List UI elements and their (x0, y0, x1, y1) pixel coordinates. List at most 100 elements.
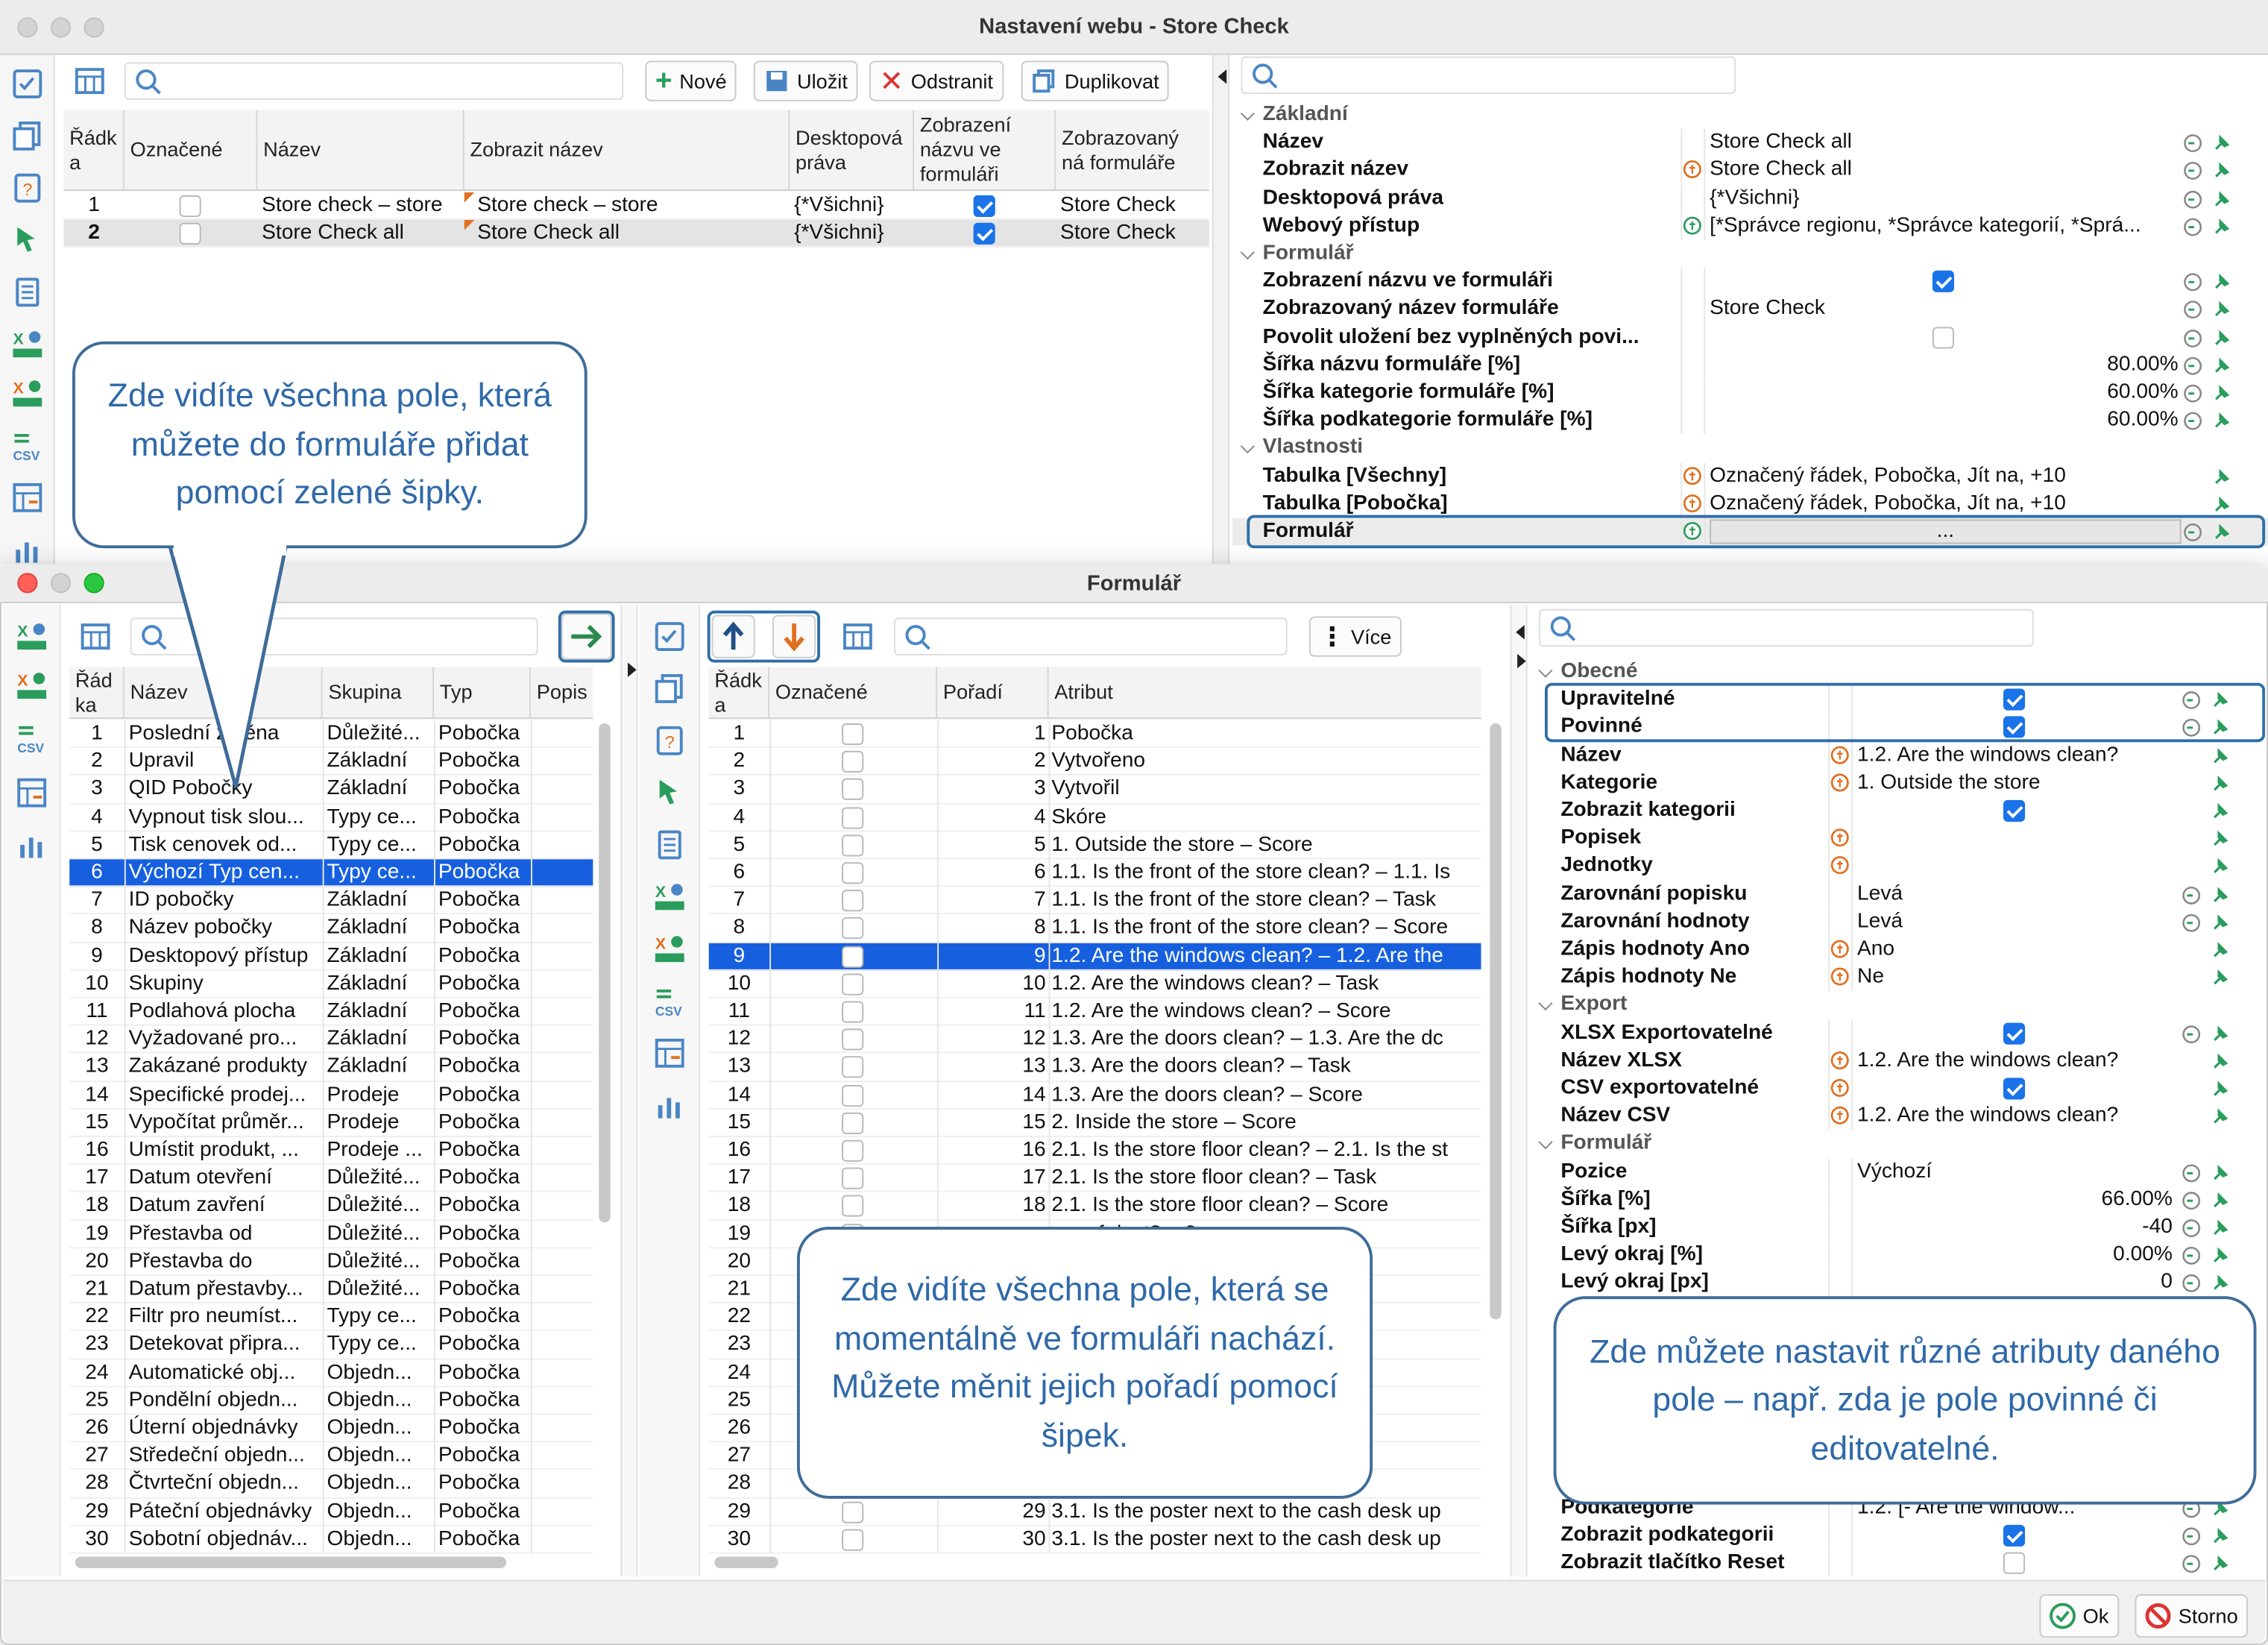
reset-value-icon[interactable] (2182, 1246, 2202, 1266)
table-transfer-icon[interactable] (10, 480, 45, 515)
table-row[interactable]: 1 Poslední změna Důležité... Pobočka (69, 720, 593, 749)
table-row[interactable]: 29 Páteční objednávky Objedn... Pobočka (69, 1498, 593, 1526)
col-form-name[interactable]: Zobrazovaný ná formuláře (1056, 110, 1209, 189)
table-row[interactable]: 27 Středeční objedn... Objedn... Pobočka (69, 1443, 593, 1471)
property-row[interactable]: Šířka podkategorie formuláře [%] 60.00% (1232, 406, 2268, 435)
property-row[interactable]: Zobrazit tlačítko Reset (1531, 1550, 2266, 1577)
property-row[interactable]: Zobrazit kategorii (1531, 796, 2266, 825)
table-row[interactable]: 17 Datum otevření Důležité... Pobočka (69, 1165, 593, 1193)
property-checkbox[interactable] (1932, 326, 1955, 348)
table-row[interactable]: 9 9 1.2. Are the windows clean? – 1.2. Are… (708, 943, 1481, 971)
property-section-form[interactable]: Formulář (1263, 240, 1354, 268)
grid-settings-icon[interactable] (72, 63, 107, 98)
value-source-icon[interactable] (1830, 744, 1850, 764)
value-source-icon[interactable] (1830, 1106, 1850, 1126)
marked-checkbox[interactable] (842, 890, 864, 912)
property-checkbox[interactable] (2003, 1525, 2026, 1547)
horizontal-scrollbar[interactable] (714, 1556, 778, 1569)
marked-checkbox[interactable] (179, 223, 201, 245)
table-row[interactable]: 7 7 1.1. Is the front of the store clean? … (708, 887, 1481, 915)
value-source-icon[interactable] (1830, 1078, 1850, 1098)
form-fields-search-input[interactable] (893, 617, 1288, 655)
table-row[interactable]: 14 14 1.3. Are the doors clean? – Score (708, 1081, 1481, 1110)
marked-checkbox[interactable] (842, 806, 864, 828)
property-row[interactable]: Pozice Výchozí (1531, 1158, 2266, 1186)
marked-checkbox[interactable] (842, 1139, 864, 1162)
table-row[interactable]: 20 Přestavba do Důležité... Pobočka (69, 1248, 593, 1277)
main-search-input[interactable] (124, 62, 624, 100)
pin-icon[interactable] (2211, 272, 2231, 292)
pin-icon[interactable] (2210, 940, 2230, 960)
table-row[interactable]: 21 Datum přestavby... Důležité... Pobočka (69, 1276, 593, 1304)
property-row[interactable]: Šířka [px] -40 (1531, 1213, 2266, 1242)
pin-icon[interactable] (2210, 885, 2230, 905)
table-row[interactable]: 10 Skupiny Základní Pobočka (69, 970, 593, 998)
zoom-window-button[interactable] (84, 16, 104, 37)
chart-icon[interactable] (652, 1088, 687, 1123)
col-desktop-rights[interactable]: Desktopová práva (790, 110, 915, 190)
excel-add-icon[interactable]: X (652, 880, 687, 915)
pin-icon[interactable] (2210, 968, 2230, 988)
table-row[interactable]: 2 2 Vytvořeno (708, 748, 1481, 776)
document-icon[interactable] (10, 275, 45, 310)
property-row[interactable]: Kategorie 1. Outside the store (1531, 769, 2266, 797)
property-checkbox[interactable] (2003, 1022, 2026, 1044)
property-row[interactable]: Zarovnání popisku Levá (1531, 880, 2266, 908)
property-row[interactable]: Název CSV 1.2. Are the windows clean? (1531, 1102, 2266, 1130)
table-row[interactable]: 6 Výchozí Typ cen... Typy ce... Pobočka (69, 859, 593, 887)
col-name[interactable]: Název (257, 110, 464, 190)
property-row[interactable]: Šířka [%] 66.00% (1531, 1186, 2266, 1214)
pin-icon[interactable] (2211, 189, 2231, 209)
duplicate-button[interactable]: Duplikovat (1021, 60, 1170, 101)
csv-icon[interactable]: CSV (10, 428, 45, 463)
reset-value-icon[interactable] (2183, 383, 2203, 403)
reset-value-icon[interactable] (2183, 411, 2203, 431)
more-button[interactable]: ⋮ Více (1308, 616, 1402, 657)
show-name-checkbox[interactable] (973, 195, 995, 218)
property-row[interactable]: Jednotky (1531, 852, 2266, 881)
value-source-icon[interactable] (1830, 855, 1850, 875)
reset-value-icon[interactable] (2182, 885, 2202, 905)
table-row[interactable]: 16 16 2.1. Is the store floor clean? – 2.1… (708, 1137, 1481, 1166)
collapse-left-icon[interactable] (1516, 625, 1525, 640)
marked-checkbox[interactable] (842, 1195, 864, 1218)
marked-checkbox[interactable] (842, 1167, 864, 1190)
reset-value-icon[interactable] (2182, 1554, 2202, 1574)
col-display-name[interactable]: Zobrazit název (464, 110, 790, 190)
table-row[interactable]: 1 1 Pobočka (708, 720, 1481, 749)
property-section-export[interactable]: Export (1560, 992, 1627, 1019)
table-row[interactable]: 10 10 1.2. Are the windows clean? – Task (708, 970, 1481, 998)
marked-checkbox[interactable] (842, 723, 864, 746)
property-checkbox[interactable] (2003, 799, 2026, 822)
col-group[interactable]: Skupina (323, 667, 435, 718)
marked-checkbox[interactable] (179, 195, 201, 218)
reset-value-icon[interactable] (2182, 1274, 2202, 1294)
save-button[interactable]: Uložit (753, 60, 858, 101)
col-description[interactable]: Popis (531, 667, 593, 717)
property-row[interactable]: Zápis hodnoty Ano Ano (1531, 936, 2266, 964)
csv-icon[interactable]: CSV (14, 720, 49, 755)
reset-value-icon[interactable] (2182, 1024, 2202, 1044)
csv-icon[interactable]: CSV (652, 984, 687, 1019)
ok-button[interactable]: Ok (2039, 1594, 2119, 1638)
reset-value-icon[interactable] (2183, 272, 2203, 292)
marked-checkbox[interactable] (842, 1500, 864, 1523)
table-row[interactable]: 29 29 3.1. Is the poster next to the cash … (708, 1498, 1481, 1526)
value-source-icon[interactable] (1830, 939, 1850, 959)
property-row[interactable]: Zobrazit název Store Check all (1232, 157, 2268, 185)
collapse-left-icon[interactable] (1218, 69, 1227, 84)
table-row[interactable]: 2 Upravil Základní Pobočka (69, 748, 593, 776)
pin-icon[interactable] (2210, 829, 2230, 849)
property-row[interactable]: Šířka názvu formuláře [%] 80.00% (1232, 351, 2268, 380)
cursor-select-icon[interactable] (10, 223, 45, 258)
property-checkbox[interactable] (1932, 271, 1955, 293)
checklist-icon[interactable] (10, 66, 45, 101)
table-row[interactable]: 18 18 2.1. Is the store floor clean? – Sco… (708, 1192, 1481, 1221)
close-window-button[interactable] (17, 16, 38, 37)
property-row[interactable]: Zarovnání hodnoty Levá (1531, 908, 2266, 937)
col-row-number[interactable]: Řádk a (709, 667, 770, 718)
reset-value-icon[interactable] (2183, 217, 2203, 237)
table-row[interactable]: 5 5 1. Outside the store – Score (708, 831, 1481, 860)
table-row[interactable]: 6 6 1.1. Is the front of the store clean? … (708, 859, 1481, 887)
reset-value-icon[interactable] (2182, 1526, 2202, 1547)
